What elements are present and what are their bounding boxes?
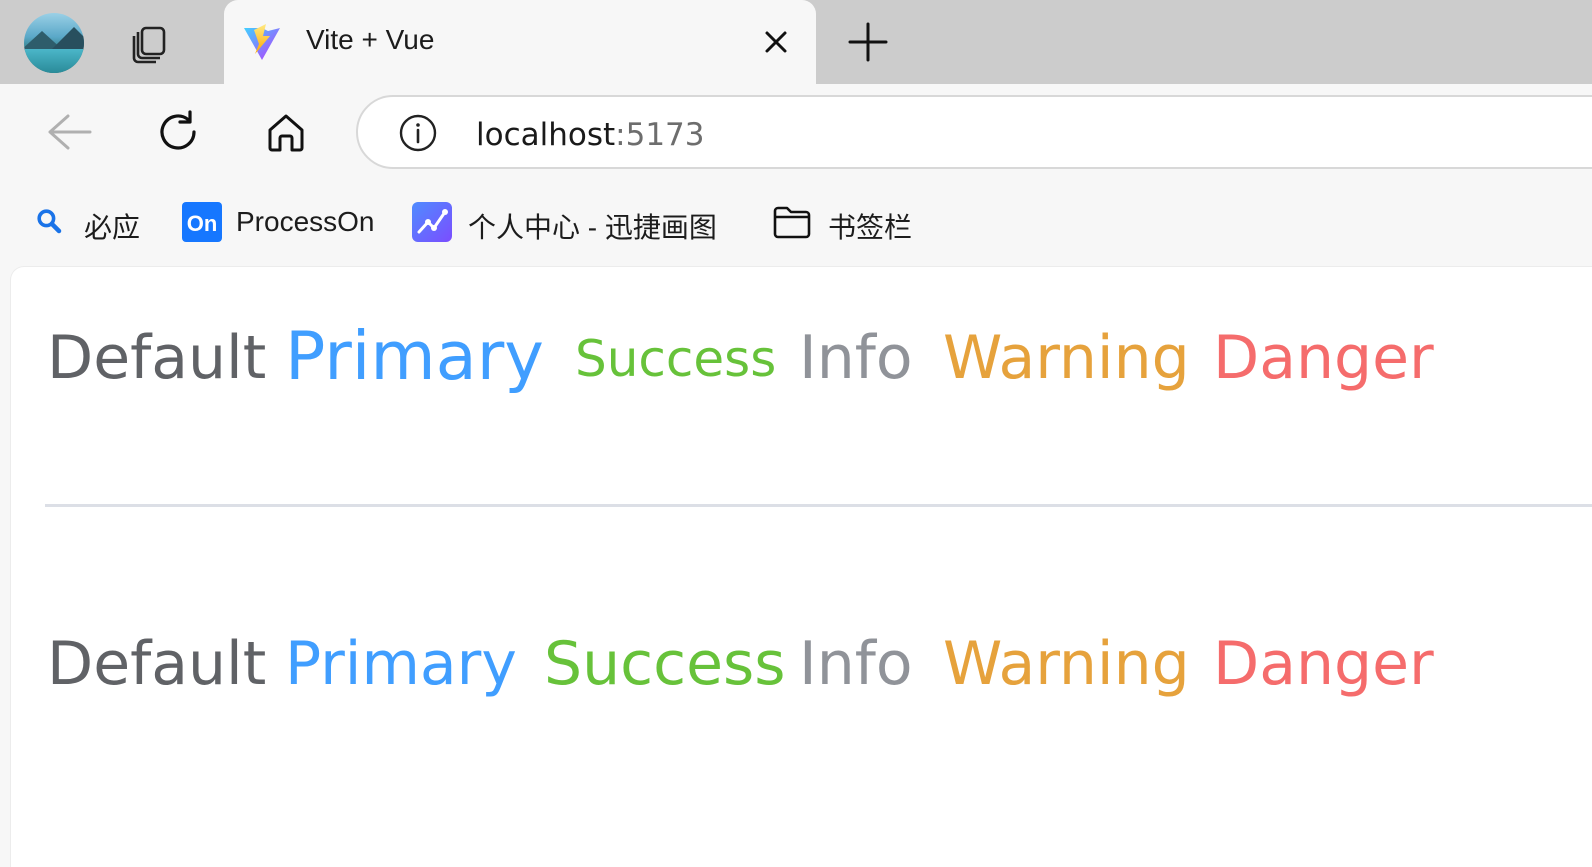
url-host: localhost: [476, 117, 616, 153]
home-icon[interactable]: [262, 108, 310, 156]
bookmark-bing[interactable]: 必应: [32, 200, 152, 244]
text-default: Default: [47, 323, 267, 393]
tab-title: Vite + Vue: [306, 24, 435, 55]
text-warning: Warning: [943, 629, 1190, 699]
vite-icon: [244, 24, 280, 60]
svg-text:On: On: [187, 211, 218, 236]
bookmark-label: ProcessOn: [236, 206, 375, 237]
text-danger: Danger: [1213, 629, 1434, 699]
text-success: Success: [575, 330, 777, 388]
divider: [45, 504, 1592, 507]
bookmark-folder[interactable]: 书签栏: [772, 200, 922, 244]
text-success: Success: [544, 629, 786, 699]
reload-icon[interactable]: [154, 108, 202, 156]
info-icon[interactable]: [398, 113, 438, 153]
bookmark-label: 个人中心 - 迅捷画图: [468, 212, 717, 243]
processon-icon: On: [182, 202, 222, 242]
bookmarks-bar: 必应 On ProcessOn 个人中心 - 迅捷画图 书签栏: [0, 180, 1592, 266]
search-icon: [37, 209, 62, 234]
close-icon[interactable]: [760, 26, 792, 58]
text-primary: Primary: [285, 317, 544, 395]
back-arrow-icon[interactable]: [44, 110, 94, 154]
profile-avatar[interactable]: [24, 13, 84, 73]
url-port: :5173: [615, 117, 705, 153]
page-content: Default Primary Success Info Warning Dan…: [10, 266, 1592, 867]
text-default: Default: [47, 629, 267, 699]
text-info: Info: [799, 629, 913, 699]
bookmark-label: 必应: [84, 212, 141, 243]
toolbar: localhost:5173: [0, 84, 1592, 180]
text-primary: Primary: [285, 629, 517, 699]
url-text[interactable]: localhost:5173: [476, 117, 705, 153]
workspaces-icon[interactable]: [126, 18, 178, 66]
tab-strip: Vite + Vue: [0, 0, 1592, 84]
bookmark-xunjie[interactable]: 个人中心 - 迅捷画图: [412, 200, 742, 244]
text-danger: Danger: [1213, 323, 1434, 393]
new-tab-icon[interactable]: [848, 20, 888, 64]
chart-app-icon: [412, 202, 452, 242]
folder-icon: [773, 206, 811, 239]
text-info: Info: [799, 323, 913, 393]
tab-active[interactable]: Vite + Vue: [224, 0, 816, 84]
bookmark-label: 书签栏: [828, 212, 913, 243]
text-warning: Warning: [943, 323, 1190, 393]
address-bar[interactable]: localhost:5173: [356, 95, 1592, 169]
bookmark-processon[interactable]: On ProcessOn: [182, 200, 382, 244]
